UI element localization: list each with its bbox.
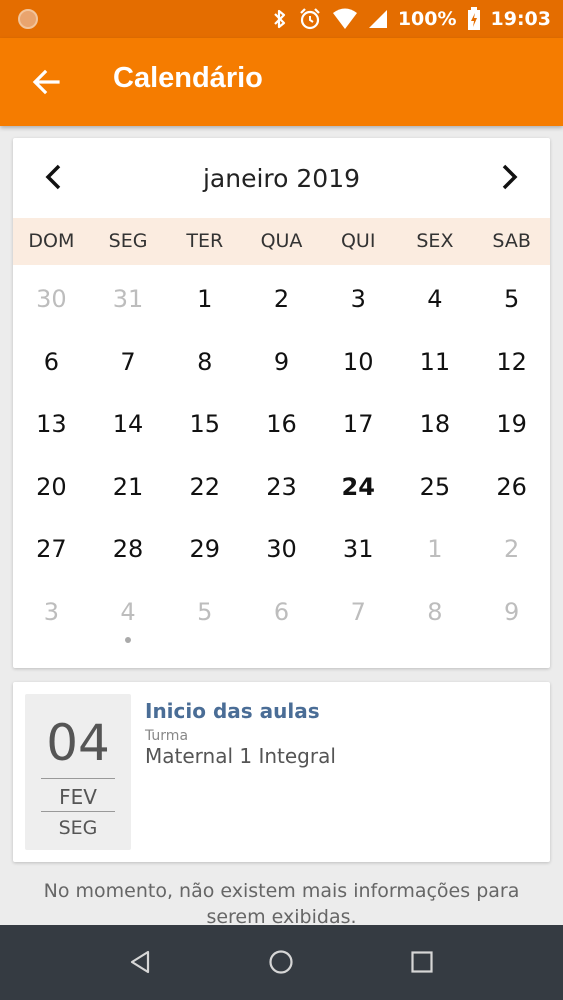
event-card[interactable]: 04 FEV SEG Inicio das aulas Turma Matern… [13, 682, 550, 862]
event-indicator-dot [125, 636, 132, 643]
divider [41, 811, 115, 812]
day-cell[interactable]: 14 [90, 393, 167, 456]
day-cell[interactable]: 19 [473, 393, 550, 456]
chevron-right-icon[interactable] [494, 162, 524, 192]
event-title: Inicio das aulas [145, 699, 320, 723]
battery-charging-icon [467, 7, 480, 30]
weekday-label: QUA [260, 230, 303, 252]
weekday-label: SEG [108, 230, 148, 252]
empty-message: No momento, não existem mais informações… [43, 880, 520, 928]
page-title: Calendário [113, 62, 263, 94]
day-cell[interactable]: 13 [13, 393, 90, 456]
day-cell[interactable]: 22 [166, 456, 243, 519]
day-cell[interactable]: 8 [166, 331, 243, 394]
back-triangle-icon[interactable] [128, 949, 154, 975]
day-cell[interactable]: 2 [243, 268, 320, 331]
event-month: FEV [59, 785, 97, 809]
day-cell[interactable]: 26 [473, 456, 550, 519]
day-cell[interactable]: 17 [320, 393, 397, 456]
day-cell[interactable]: 5 [166, 581, 243, 644]
day-cell[interactable]: 4 [90, 581, 167, 644]
calendar-card: janeiro 2019 DOM SEG TER QUA QUI SEX SAB 30 31 1… [13, 138, 550, 668]
day-cell[interactable]: 30 [243, 518, 320, 581]
battery-percent: 100% [397, 8, 457, 30]
day-cell[interactable]: 15 [166, 393, 243, 456]
day-cell[interactable]: 3 [13, 581, 90, 644]
weekday-label: SEX [416, 230, 454, 252]
weekday-header: DOM SEG TER QUA QUI SEX SAB [13, 218, 550, 265]
event-weekday: SEG [58, 817, 98, 839]
day-cell[interactable]: 7 [320, 581, 397, 644]
day-cell[interactable]: 4 [397, 268, 474, 331]
day-cell[interactable]: 1 [397, 518, 474, 581]
back-arrow-icon[interactable] [28, 64, 64, 100]
day-cell[interactable]: 31 [320, 518, 397, 581]
weekday-label: TER [186, 230, 224, 252]
weekday-label: SAB [492, 230, 531, 252]
bluetooth-icon [274, 9, 285, 29]
day-cell[interactable]: 21 [90, 456, 167, 519]
signal-icon [368, 10, 387, 28]
home-circle-icon[interactable] [268, 949, 294, 975]
day-cell[interactable]: 18 [397, 393, 474, 456]
day-cell[interactable]: 5 [473, 268, 550, 331]
weekday-label: QUI [340, 230, 376, 252]
day-cell[interactable]: 27 [13, 518, 90, 581]
day-cell[interactable]: 9 [243, 331, 320, 394]
day-cell[interactable]: 31 [90, 268, 167, 331]
notification-icon [18, 9, 38, 29]
day-cell[interactable]: 20 [13, 456, 90, 519]
day-cell[interactable]: 10 [320, 331, 397, 394]
wifi-icon [332, 8, 357, 29]
day-cell[interactable]: 6 [13, 331, 90, 394]
day-cell[interactable]: 8 [397, 581, 474, 644]
day-cell[interactable]: 11 [397, 331, 474, 394]
clock: 19:03 [490, 8, 551, 30]
day-cell[interactable]: 3 [320, 268, 397, 331]
day-cell[interactable]: 12 [473, 331, 550, 394]
day-cell[interactable]: 2 [473, 518, 550, 581]
day-cell[interactable]: 7 [90, 331, 167, 394]
event-class-label: Turma [145, 728, 189, 744]
weekday-label: DOM [28, 230, 75, 252]
day-cell-today[interactable]: 24 [320, 456, 397, 519]
recents-square-icon[interactable] [409, 949, 435, 975]
day-cell[interactable]: 30 [13, 268, 90, 331]
system-nav-bar [0, 925, 563, 1000]
day-cell[interactable]: 29 [166, 518, 243, 581]
day-cell[interactable]: 28 [90, 518, 167, 581]
day-cell[interactable]: 6 [243, 581, 320, 644]
month-navigation: janeiro 2019 [13, 138, 550, 218]
day-cell[interactable]: 1 [166, 268, 243, 331]
event-class-value: Maternal 1 Integral [145, 744, 336, 768]
event-date-box: 04 FEV SEG [25, 694, 131, 850]
day-cell[interactable]: 25 [397, 456, 474, 519]
status-bar: 100% 19:03 [0, 0, 563, 38]
divider [41, 778, 115, 779]
event-day: 04 [46, 714, 110, 772]
status-icons: 100% 19:03 [272, 0, 551, 38]
day-cell[interactable]: 16 [243, 393, 320, 456]
app-bar: Calendário [0, 38, 563, 126]
day-cell[interactable]: 23 [243, 456, 320, 519]
alarm-icon [300, 8, 320, 30]
day-cell[interactable]: 9 [473, 581, 550, 644]
days-grid: 30 31 1 2 3 4 5 6 7 8 9 10 11 12 13 14 15 16 17 18 19 20 21 22 2… [13, 268, 550, 643]
month-label: janeiro 2019 [202, 164, 361, 193]
